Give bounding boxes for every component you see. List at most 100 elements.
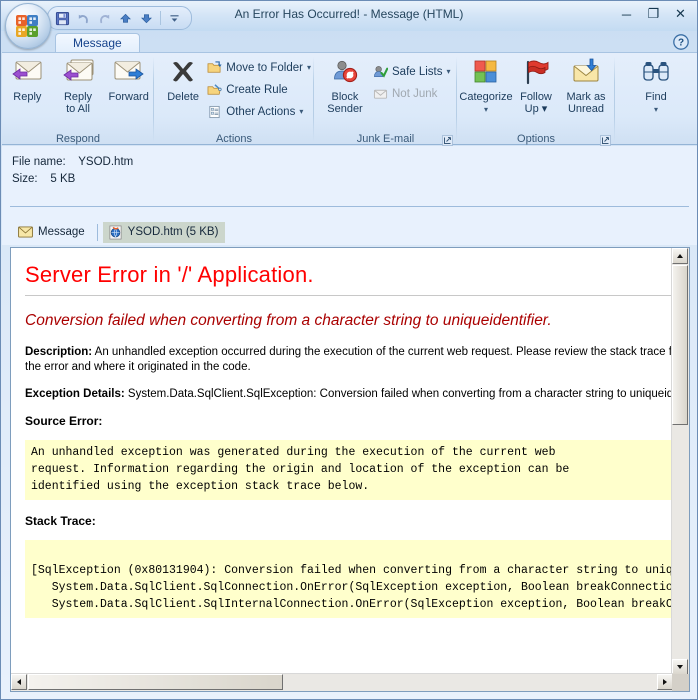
group-label-options: Options bbox=[517, 133, 555, 145]
attachment-info-bar: File name: YSOD.htm Size: 5 KB bbox=[2, 146, 697, 219]
window-controls: ─ ❐ ✕ bbox=[616, 5, 691, 23]
error-title: Server Error in '/' Application. bbox=[25, 262, 314, 287]
junk-small-buttons: Safe Lists ▾ Not Junk bbox=[370, 53, 454, 103]
file-name-row: File name: YSOD.htm bbox=[12, 156, 133, 168]
help-icon[interactable]: ? bbox=[672, 33, 690, 51]
reply-all-button[interactable]: Reply to All bbox=[53, 53, 104, 115]
reply-all-label: Reply to All bbox=[64, 91, 92, 115]
block-sender-icon bbox=[329, 57, 361, 89]
create-rule-button[interactable]: Create Rule bbox=[204, 80, 314, 99]
vertical-scrollbar-thumb[interactable] bbox=[672, 265, 688, 425]
follow-up-button[interactable]: Follow Up ▾ bbox=[512, 53, 560, 115]
create-rule-icon bbox=[207, 83, 222, 95]
delete-label: Delete bbox=[167, 91, 200, 103]
ribbon-group-find: Find ▾ bbox=[615, 53, 697, 146]
options-dialog-launcher[interactable] bbox=[600, 133, 611, 146]
scrollbar-corner bbox=[672, 674, 689, 691]
file-size-value: 5 KB bbox=[50, 173, 76, 185]
close-button[interactable]: ✕ bbox=[670, 5, 691, 23]
create-rule-label: Create Rule bbox=[226, 83, 288, 96]
mark-unread-icon bbox=[570, 57, 602, 89]
horizontal-scrollbar-thumb[interactable] bbox=[28, 674, 283, 690]
ribbon-tab-strip: Message ? bbox=[1, 31, 697, 53]
attachment-tab-ysod[interactable]: YSOD.htm (5 KB) bbox=[102, 221, 226, 243]
exception-details-label: Exception Details: bbox=[25, 388, 125, 400]
envelope-icon bbox=[18, 226, 33, 238]
other-actions-label: Other Actions bbox=[226, 105, 296, 118]
find-button[interactable]: Find ▾ bbox=[630, 53, 682, 116]
exception-details-paragraph: Exception Details: System.Data.SqlClient… bbox=[25, 387, 673, 402]
safe-lists-button[interactable]: Safe Lists ▾ bbox=[370, 62, 454, 81]
arrow-right-icon bbox=[663, 679, 667, 685]
block-sender-button[interactable]: Block Sender bbox=[320, 53, 370, 115]
chevron-down-icon: ▾ bbox=[484, 105, 489, 114]
scroll-left-button[interactable] bbox=[11, 674, 27, 690]
horizontal-scrollbar[interactable] bbox=[11, 673, 673, 691]
chevron-down-icon: ▾ bbox=[299, 107, 304, 116]
reply-all-label-line1: Reply bbox=[63, 91, 93, 103]
stack-trace-code: [SqlException (0x80131904): Conversion f… bbox=[25, 540, 673, 618]
ribbon: Reply Reply to All Forward Respond Delet… bbox=[2, 52, 697, 146]
error-subtitle: Conversion failed when converting from a… bbox=[25, 312, 552, 329]
office-button[interactable] bbox=[5, 3, 51, 49]
categorize-label-text: Categorize bbox=[459, 91, 513, 103]
forward-label: Forward bbox=[108, 91, 149, 103]
categorize-label: Categorize ▾ bbox=[459, 91, 512, 116]
delete-button[interactable]: Delete bbox=[162, 53, 204, 103]
block-sender-label: Block Sender bbox=[327, 91, 362, 115]
arrow-up-icon bbox=[677, 254, 683, 258]
outlook-message-window: An Error Has Occurred! - Message (HTML) … bbox=[0, 0, 698, 700]
delete-x-icon bbox=[167, 57, 199, 89]
attachment-tab-message[interactable]: Message bbox=[13, 223, 92, 241]
reply-label: Reply bbox=[13, 91, 42, 103]
scroll-up-button[interactable] bbox=[672, 248, 688, 264]
file-size-row: Size: 5 KB bbox=[12, 173, 75, 185]
mark-as-unread-label: Mark as Unread bbox=[566, 91, 605, 115]
chevron-down-icon: ▾ bbox=[653, 105, 658, 114]
junk-email-dialog-launcher[interactable] bbox=[442, 133, 453, 146]
file-size-label: Size: bbox=[12, 173, 38, 185]
group-label-actions: Actions bbox=[215, 133, 253, 145]
reply-all-label-line2: to All bbox=[66, 103, 90, 115]
info-divider bbox=[10, 206, 689, 207]
tab-message[interactable]: Message bbox=[55, 33, 140, 53]
not-junk-label: Not Junk bbox=[392, 87, 438, 100]
reading-pane: Server Error in '/' Application. Convers… bbox=[10, 247, 690, 692]
attachment-preview: Server Error in '/' Application. Convers… bbox=[11, 248, 674, 675]
move-to-folder-button[interactable]: Move to Folder ▾ bbox=[204, 58, 314, 77]
other-actions-button[interactable]: Other Actions ▾ bbox=[204, 102, 314, 121]
reply-icon bbox=[10, 57, 44, 89]
mark-as-unread-line2: Unread bbox=[567, 103, 605, 115]
block-sender-label-line1: Block bbox=[331, 91, 359, 103]
vertical-scrollbar[interactable] bbox=[671, 248, 689, 675]
block-sender-label-line2: Sender bbox=[327, 103, 363, 115]
file-name-value: YSOD.htm bbox=[78, 156, 134, 168]
arrow-down-icon bbox=[677, 665, 683, 669]
minimize-button[interactable]: ─ bbox=[616, 5, 637, 23]
group-label-respond: Respond bbox=[55, 133, 101, 145]
reply-button[interactable]: Reply bbox=[2, 53, 53, 103]
ribbon-group-respond: Reply Reply to All Forward Respond bbox=[2, 53, 154, 146]
description-label: Description: bbox=[25, 346, 93, 358]
description-text: An unhandled exception occurred during t… bbox=[25, 346, 673, 373]
scroll-down-button[interactable] bbox=[672, 659, 688, 675]
move-to-folder-icon bbox=[207, 60, 222, 73]
title-bar: An Error Has Occurred! - Message (HTML) … bbox=[1, 1, 697, 31]
forward-button[interactable]: Forward bbox=[103, 53, 154, 103]
chevron-down-icon: ▾ bbox=[306, 63, 311, 72]
flag-icon bbox=[521, 57, 551, 89]
maximize-button[interactable]: ❐ bbox=[643, 5, 664, 23]
group-label-junk-email: Junk E-mail bbox=[356, 133, 415, 145]
scroll-right-button[interactable] bbox=[657, 674, 673, 690]
actions-small-buttons: Move to Folder ▾ Create Rule Other Actio… bbox=[204, 53, 314, 121]
mark-as-unread-button[interactable]: Mark as Unread bbox=[560, 53, 612, 115]
ribbon-group-actions: Delete Move to Folder ▾ Create Rule Othe… bbox=[154, 53, 314, 146]
categorize-button[interactable]: Categorize ▾ bbox=[459, 53, 513, 116]
source-error-heading: Source Error: bbox=[25, 414, 103, 428]
find-label: Find ▾ bbox=[645, 91, 666, 116]
mark-as-unread-line1: Mark as bbox=[566, 91, 606, 103]
not-junk-button[interactable]: Not Junk bbox=[370, 84, 454, 103]
follow-up-label-line2: Up ▾ bbox=[524, 103, 548, 115]
attachment-tab-message-label: Message bbox=[38, 226, 85, 238]
follow-up-label: Follow Up ▾ bbox=[520, 91, 552, 115]
